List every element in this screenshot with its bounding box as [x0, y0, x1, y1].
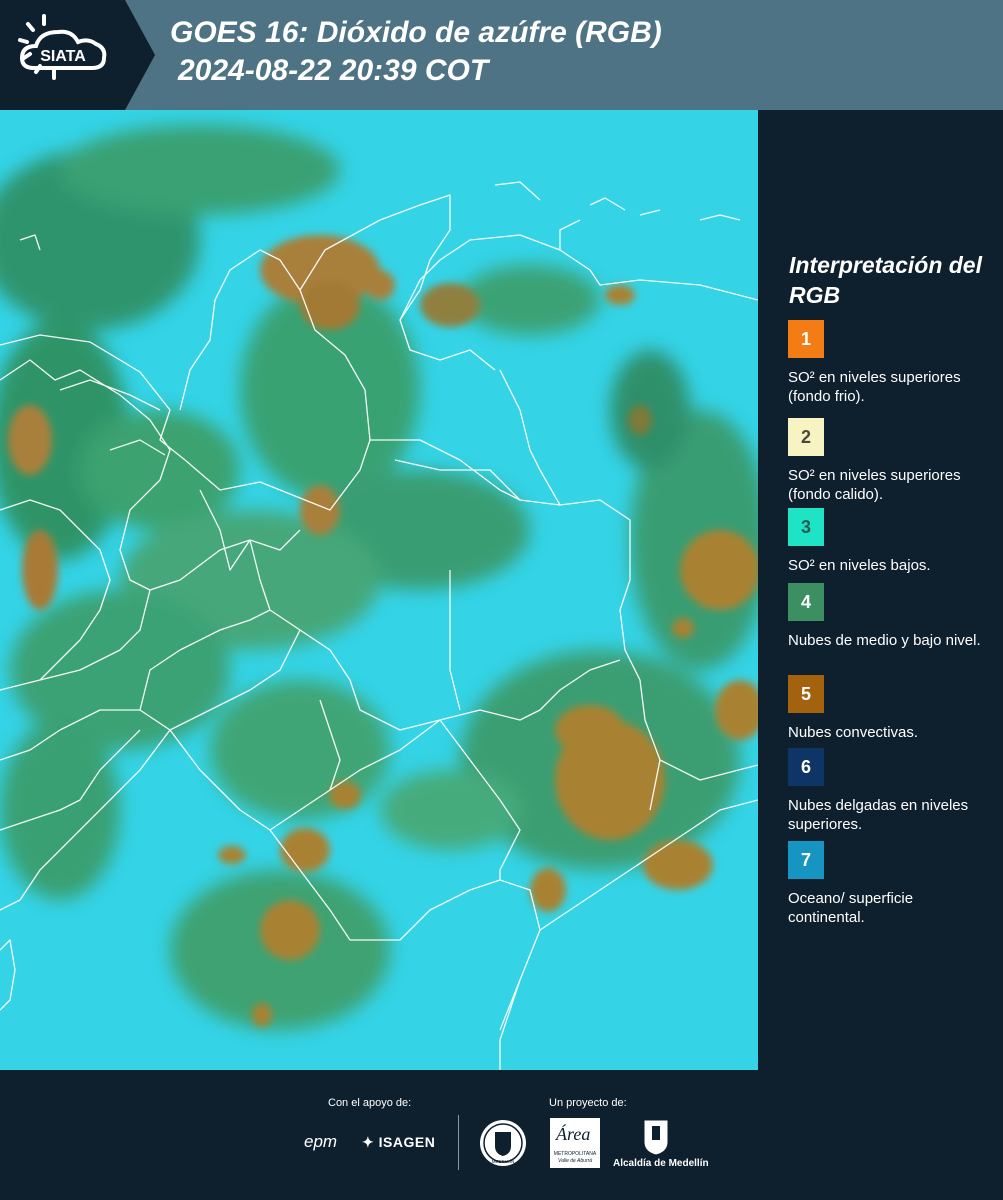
sulfur-dioxide-rgb-image — [0, 110, 758, 1070]
legend-text-4: Nubes de medio y bajo nivel. — [788, 632, 981, 649]
legend-text-7: Oceano/ superficie continental. — [788, 890, 914, 926]
medellin-seal-text: MEDELLÍN — [492, 1158, 515, 1164]
siata-logo: SIATA — [18, 14, 107, 80]
footer-divider — [458, 1115, 459, 1170]
legend-panel: Interpretación del RGB 1 SO² en niveles … — [760, 110, 1003, 1070]
legend-item-4: 4 Nubes de medio y bajo nivel. — [788, 583, 993, 650]
title-line-2: 2024-08-22 20:39 COT — [178, 54, 489, 87]
legend-swatch-1: 1 — [788, 320, 824, 358]
legend-swatch-5: 5 — [788, 675, 824, 713]
legend-item-7: 7 Oceano/ superficie continental. — [788, 841, 993, 927]
legend-item-5: 5 Nubes convectivas. — [788, 675, 993, 742]
alcaldia-text: Alcaldía de Medellín — [613, 1158, 709, 1169]
area-logo-sub1: METROPOLITANA — [553, 1151, 597, 1157]
page-title: GOES 16: Dióxido de azúfre (RGB) 2024-08… — [170, 14, 662, 90]
logo-text: SIATA — [40, 48, 86, 65]
project-label: Un proyecto de: — [549, 1097, 627, 1109]
legend-item-3: 3 SO² en niveles bajos. — [788, 508, 993, 575]
legend-item-6: 6 Nubes delgadas en niveles superiores. — [788, 748, 993, 834]
legend-swatch-3: 3 — [788, 508, 824, 546]
legend-item-1: 1 SO² en niveles superiores (fondo frio)… — [788, 320, 993, 406]
logo-block: SIATA — [0, 0, 125, 110]
legend-text-5: Nubes convectivas. — [788, 724, 919, 741]
logo-arrow — [125, 0, 155, 110]
satellite-map[interactable] — [0, 110, 758, 1070]
isagen-text: ISAGEN — [378, 1134, 436, 1150]
legend-swatch-4: 4 — [788, 583, 824, 621]
footer: Con el apoyo de: Un proyecto de: epm ✦ I… — [0, 1070, 1003, 1200]
header: SIATA GOES 16: Dióxido de azúfre (RGB) 2… — [0, 0, 1003, 110]
medellin-seal-icon: MEDELLÍN — [480, 1120, 526, 1166]
legend-text-3: SO² en niveles bajos. — [788, 557, 931, 574]
isagen-logo: ✦ ISAGEN — [362, 1134, 435, 1151]
alcaldia-shield-icon — [643, 1119, 669, 1156]
legend-text-1: SO² en niveles superiores (fondo frio). — [788, 369, 961, 405]
area-logo-sub2: Valle de Aburrá — [557, 1158, 593, 1164]
title-line-1: GOES 16: Dióxido de azúfre (RGB) — [170, 16, 662, 49]
legend-swatch-6: 6 — [788, 748, 824, 786]
legend-text-6: Nubes delgadas en niveles superiores. — [788, 797, 969, 833]
area-logo-text: Área — [556, 1124, 591, 1144]
epm-text: epm — [304, 1132, 338, 1151]
area-metropolitana-logo: Área METROPOLITANA Valle de Aburrá — [550, 1118, 600, 1168]
epm-logo: epm — [304, 1132, 337, 1152]
legend-swatch-7: 7 — [788, 841, 824, 879]
isagen-icon: ✦ — [362, 1134, 375, 1150]
support-label: Con el apoyo de: — [328, 1097, 412, 1109]
legend-swatch-2: 2 — [788, 418, 824, 456]
legend-text-2: SO² en niveles superiores (fondo calido)… — [788, 467, 961, 503]
legend-item-2: 2 SO² en niveles superiores (fondo calid… — [788, 418, 993, 504]
legend-title: Interpretación del RGB — [789, 252, 982, 308]
